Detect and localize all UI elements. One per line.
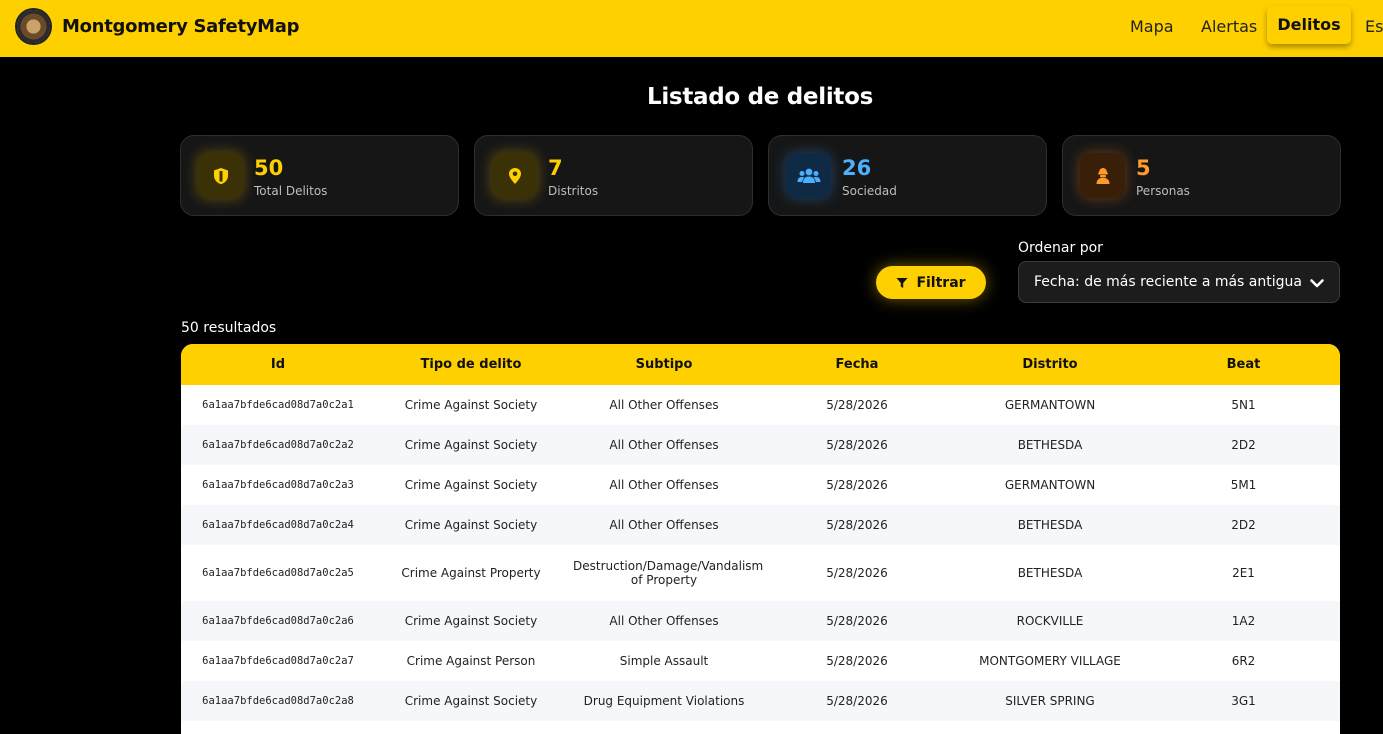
- sort-label: Ordenar por: [1018, 240, 1103, 256]
- column-header-fecha[interactable]: Fecha: [761, 344, 953, 385]
- stat-card-sociedad: 26 Sociedad: [768, 135, 1047, 216]
- filter-button[interactable]: Filtrar: [876, 266, 986, 299]
- cell-fecha: 5/28/2026: [826, 614, 888, 628]
- cell-id: 6a1aa7bfde6cad08d7a0c2a2: [202, 439, 354, 451]
- cell-beat: 2E1: [1232, 566, 1255, 580]
- stat-label-distritos: Distritos: [548, 184, 599, 198]
- sort-select[interactable]: Fecha: de más reciente a más antigua: [1018, 261, 1340, 303]
- column-header-beat[interactable]: Beat: [1147, 344, 1340, 385]
- table-row[interactable]: 6a1aa7bfde6cad08d7a0c2a3 Crime Against S…: [181, 465, 1340, 505]
- cell-beat: 5N1: [1231, 398, 1256, 412]
- cell-subtipo: All Other Offenses: [609, 398, 719, 412]
- table-row[interactable]: 6a1aa7bfde6cad08d7a0c2a7 Crime Against P…: [181, 641, 1340, 681]
- cell-fecha: 5/28/2026: [826, 478, 888, 492]
- cell-tipo: Crime Against Society: [404, 438, 538, 452]
- cell-id: 6a1aa7bfde6cad08d7a0c2a6: [202, 615, 354, 627]
- cell-beat: 5M1: [1230, 478, 1257, 492]
- stat-card-distritos: 7 Distritos: [474, 135, 753, 216]
- cell-fecha: 5/28/2026: [826, 518, 888, 532]
- sort-selected-value: Fecha: de más reciente a más antigua: [1034, 274, 1302, 290]
- column-header-id[interactable]: Id: [181, 344, 375, 385]
- nav-delitos-active[interactable]: Delitos: [1267, 6, 1351, 44]
- cell-id: 6a1aa7bfde6cad08d7a0c2a8: [202, 695, 354, 707]
- cell-distrito: ROCKVILLE: [1016, 614, 1084, 628]
- cell-id: 6a1aa7bfde6cad08d7a0c2a5: [202, 567, 354, 579]
- cell-subtipo: Destruction/Damage/Vandalism of Property: [573, 559, 764, 587]
- nav-estadisticas[interactable]: Est: [1365, 17, 1383, 36]
- cell-distrito: GERMANTOWN: [1004, 478, 1096, 492]
- table-row[interactable]: 6a1aa7bfde6cad08d7a0c2a5 Crime Against P…: [181, 545, 1340, 601]
- table-row[interactable]: 6a1aa7bfde6cad08d7a0c2a1 Crime Against S…: [181, 385, 1340, 425]
- top-navbar: Montgomery SafetyMap Mapa Alertas Delito…: [0, 0, 1383, 57]
- cell-subtipo: All Other Offenses: [609, 478, 719, 492]
- cell-distrito: GERMANTOWN: [1004, 398, 1096, 412]
- cell-distrito: BETHESDA: [1017, 518, 1083, 532]
- table-row[interactable]: 6a1aa7bfde6cad08d7a0c2a2 Crime Against S…: [181, 425, 1340, 465]
- column-header-distrito[interactable]: Distrito: [953, 344, 1147, 385]
- brand-title[interactable]: Montgomery SafetyMap: [62, 16, 300, 37]
- cell-tipo: Crime Against Society: [404, 398, 538, 412]
- person-icon: [1080, 153, 1125, 198]
- cell-subtipo: All Other Offenses: [609, 438, 719, 452]
- cell-fecha: 5/28/2026: [826, 566, 888, 580]
- stat-value-personas: 5: [1136, 156, 1151, 180]
- map-pin-icon: [492, 153, 537, 198]
- chevron-down-icon: [1310, 279, 1324, 288]
- cell-tipo: Crime Against Society: [404, 518, 538, 532]
- stat-card-personas: 5 Personas: [1062, 135, 1341, 216]
- column-header-tipo[interactable]: Tipo de delito: [375, 344, 567, 385]
- results-count: 50 resultados: [181, 320, 277, 336]
- cell-distrito: MONTGOMERY VILLAGE: [979, 654, 1121, 668]
- stat-label-sociedad: Sociedad: [842, 184, 897, 198]
- filter-button-label: Filtrar: [916, 274, 966, 291]
- cell-id: 6a1aa7bfde6cad08d7a0c2a1: [202, 399, 354, 411]
- cell-subtipo: Drug Equipment Violations: [583, 694, 745, 708]
- cell-distrito: SILVER SPRING: [1005, 694, 1095, 708]
- nav-mapa[interactable]: Mapa: [1130, 17, 1174, 36]
- table-row[interactable]: 6a1aa7bfde6cad08d7a0c2a8 Crime Against S…: [181, 681, 1340, 721]
- cell-id: 6a1aa7bfde6cad08d7a0c2a4: [202, 519, 354, 531]
- cell-distrito: BETHESDA: [1017, 438, 1083, 452]
- table-row[interactable]: 6a1aa7bfde6cad08d7a0c2a6 Crime Against S…: [181, 601, 1340, 641]
- column-header-subtipo[interactable]: Subtipo: [567, 344, 761, 385]
- table-row[interactable]: 6a1aa7bfde6cad08d7a0c2a4 Crime Against S…: [181, 505, 1340, 545]
- cell-beat: 2D2: [1231, 438, 1256, 452]
- stat-label-total: Total Delitos: [254, 184, 328, 198]
- cell-fecha: 5/28/2026: [826, 438, 888, 452]
- cell-fecha: 5/28/2026: [826, 398, 888, 412]
- county-seal-logo[interactable]: [15, 8, 52, 45]
- users-icon: [786, 153, 831, 198]
- cell-tipo: Crime Against Society: [404, 614, 538, 628]
- stat-label-personas: Personas: [1136, 184, 1190, 198]
- cell-beat: 3G1: [1231, 694, 1256, 708]
- cell-fecha: 5/28/2026: [826, 694, 888, 708]
- cell-beat: 2D2: [1231, 518, 1256, 532]
- stat-value-total: 50: [254, 156, 284, 180]
- filter-icon: [896, 277, 908, 288]
- nav-alertas[interactable]: Alertas: [1201, 17, 1257, 36]
- cell-tipo: Crime Against Person: [406, 654, 536, 668]
- cell-distrito: BETHESDA: [1017, 566, 1083, 580]
- stat-card-total: 50 Total Delitos: [180, 135, 459, 216]
- page-title: Listado de delitos: [646, 84, 873, 110]
- cell-fecha: 5/28/2026: [826, 654, 888, 668]
- shield-icon: [198, 153, 243, 198]
- stat-value-sociedad: 26: [842, 156, 872, 180]
- cell-tipo: Crime Against Property: [401, 566, 541, 580]
- cell-beat: 1A2: [1231, 614, 1256, 628]
- cell-id: 6a1aa7bfde6cad08d7a0c2a3: [202, 479, 354, 491]
- cell-subtipo: Simple Assault: [619, 654, 709, 668]
- crimes-table: Id Tipo de delito Subtipo Fecha Distrito…: [181, 344, 1340, 734]
- cell-subtipo: All Other Offenses: [609, 614, 719, 628]
- stat-value-distritos: 7: [548, 156, 563, 180]
- cell-beat: 6R2: [1231, 654, 1256, 668]
- cell-subtipo: All Other Offenses: [609, 518, 719, 532]
- cell-tipo: Crime Against Society: [404, 694, 538, 708]
- cell-tipo: Crime Against Society: [404, 478, 538, 492]
- cell-id: 6a1aa7bfde6cad08d7a0c2a7: [202, 655, 354, 667]
- table-header-row: Id Tipo de delito Subtipo Fecha Distrito…: [181, 344, 1340, 385]
